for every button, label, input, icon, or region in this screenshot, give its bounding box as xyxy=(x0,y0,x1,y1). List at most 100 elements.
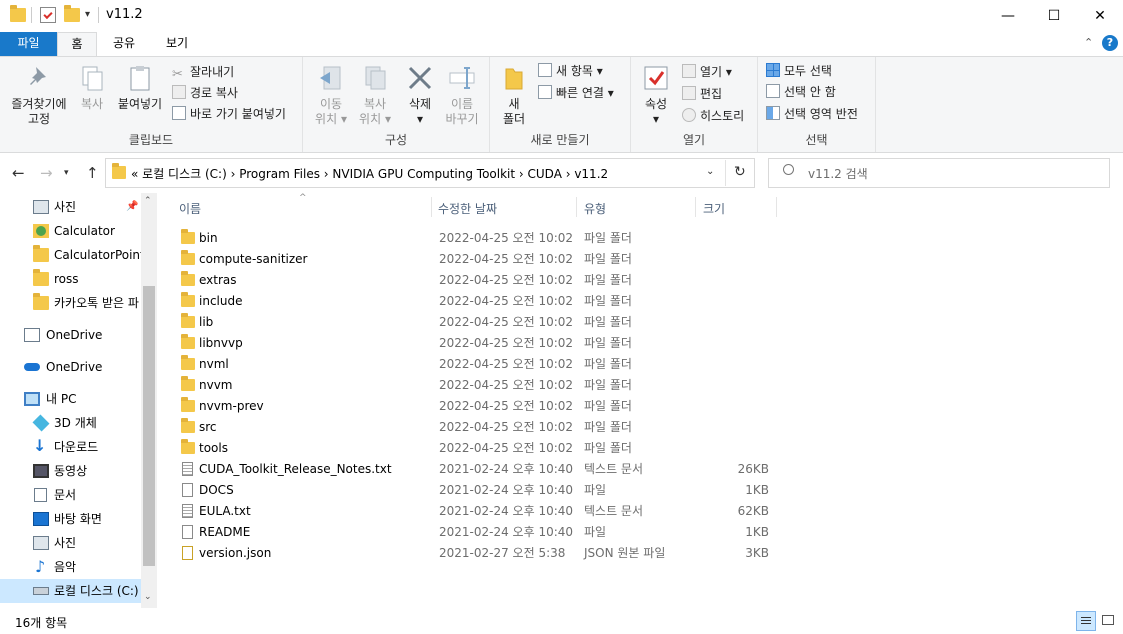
nav-item-3d-objects[interactable]: 3D 개체 xyxy=(0,411,141,435)
collapse-ribbon-icon[interactable]: ⌃ xyxy=(1084,36,1093,49)
open-button[interactable]: 열기 ▾ xyxy=(682,62,732,82)
address-dropdown-icon[interactable]: ⌄ xyxy=(706,166,714,177)
move-to-button[interactable]: 이동 위치 ▾ xyxy=(309,63,353,127)
nav-item-downloads[interactable]: ↓ 다운로드 xyxy=(0,435,141,459)
column-header-modified[interactable]: 수정한 날짜 xyxy=(438,200,497,217)
copy-button[interactable]: 복사 xyxy=(74,63,110,112)
delete-button[interactable]: 삭제 ▾ xyxy=(401,63,439,127)
maximize-button[interactable]: ☐ xyxy=(1031,0,1077,32)
tab-home[interactable]: 홈 xyxy=(57,32,97,57)
tab-file[interactable]: 파일 xyxy=(0,32,57,56)
column-header-type[interactable]: 유형 xyxy=(584,200,606,217)
help-icon[interactable]: ? xyxy=(1102,35,1118,51)
file-row[interactable]: version.json 2021-02-27 오전 5:38 JSON 원본 파일… xyxy=(177,543,937,564)
paste-shortcut-button[interactable]: 바로 가기 붙여넣기 xyxy=(172,104,286,124)
column-divider[interactable] xyxy=(695,197,696,217)
properties-button[interactable]: 속성 ▾ xyxy=(637,63,675,127)
file-row[interactable]: nvvm-prev 2022-04-25 오전 10:02 파일 폴더 xyxy=(177,396,937,417)
file-row[interactable]: lib 2022-04-25 오전 10:02 파일 폴더 xyxy=(177,312,937,333)
file-type: 파일 xyxy=(584,483,607,497)
select-none-icon xyxy=(766,84,780,98)
file-row[interactable]: extras 2022-04-25 오전 10:02 파일 폴더 xyxy=(177,270,937,291)
file-modified: 2022-04-25 오전 10:02 xyxy=(439,252,574,266)
file-row[interactable]: README 2021-02-24 오후 10:40 파일 1KB xyxy=(177,522,937,543)
large-icons-view-icon[interactable] xyxy=(1100,613,1116,629)
file-name: extras xyxy=(199,273,237,287)
minimize-button[interactable]: — xyxy=(985,0,1031,32)
up-icon[interactable]: ↑ xyxy=(86,164,99,182)
column-divider[interactable] xyxy=(431,197,432,217)
refresh-icon[interactable]: ↻ xyxy=(734,164,746,180)
close-button[interactable]: ✕ xyxy=(1077,0,1123,32)
rename-button[interactable]: 이름 바꾸기 xyxy=(441,63,483,127)
nav-item-ross[interactable]: ross xyxy=(0,267,141,291)
file-row[interactable]: compute-sanitizer 2022-04-25 오전 10:02 파일 폴… xyxy=(177,249,937,270)
nav-item-music[interactable]: ♪ 음악 xyxy=(0,555,141,579)
file-row[interactable]: nvml 2022-04-25 오전 10:02 파일 폴더 xyxy=(177,354,937,375)
tab-share[interactable]: 공유 xyxy=(102,32,146,56)
pin-icon: 📌 xyxy=(126,201,139,212)
select-none-button[interactable]: 선택 안 함 xyxy=(766,82,836,102)
nav-scrollbar-thumb[interactable] xyxy=(143,286,155,566)
nav-item-desktop[interactable]: 바탕 화면 xyxy=(0,507,141,531)
nav-item-kakaotalk[interactable]: 카카오톡 받은 파 xyxy=(0,291,141,315)
nav-item-documents[interactable]: 문서 xyxy=(0,483,141,507)
copy-path-button[interactable]: 경로 복사 xyxy=(172,83,238,103)
nav-item-label: Calculator xyxy=(54,224,115,238)
folder-icon xyxy=(33,269,49,286)
column-header-size[interactable]: 크기 xyxy=(703,200,725,217)
nav-item-onedrive-2[interactable]: OneDrive xyxy=(0,355,141,379)
scroll-up-icon[interactable]: ⌃ xyxy=(144,196,152,206)
nav-item-pictures-quick[interactable]: 사진 📌 xyxy=(0,195,141,219)
search-input[interactable]: v11.2 검색 xyxy=(808,165,868,182)
file-row[interactable]: include 2022-04-25 오전 10:02 파일 폴더 xyxy=(177,291,937,312)
pin-to-quick-access-button[interactable]: 즐겨찾기에 고정 xyxy=(4,63,74,127)
file-row[interactable]: src 2022-04-25 오전 10:02 파일 폴더 xyxy=(177,417,937,438)
copy-path-icon xyxy=(172,85,186,99)
scroll-down-icon[interactable]: ⌄ xyxy=(144,592,152,602)
new-folder-quick-icon[interactable] xyxy=(64,5,80,22)
breadcrumb[interactable]: « 로컬 디스크 (C:) › Program Files › NVIDIA G… xyxy=(131,165,608,182)
nav-item-calculatorpointe[interactable]: CalculatorPointe xyxy=(0,243,141,267)
title-bar: ▾ v11.2 — ☐ ✕ xyxy=(0,0,1123,32)
file-row[interactable]: EULA.txt 2021-02-24 오후 10:40 텍스트 문서 62KB xyxy=(177,501,937,522)
column-header-name[interactable]: 이름 xyxy=(179,200,201,217)
nav-item-calculator[interactable]: Calculator xyxy=(0,219,141,243)
select-all-button[interactable]: 모두 선택 xyxy=(766,61,832,81)
nav-item-label: 3D 개체 xyxy=(54,416,97,430)
properties-dropdown-icon[interactable]: ▾ xyxy=(637,112,675,127)
tab-view[interactable]: 보기 xyxy=(155,32,199,56)
customize-quick-access-icon[interactable]: ▾ xyxy=(85,9,90,20)
file-row[interactable]: nvvm 2022-04-25 오전 10:02 파일 폴더 xyxy=(177,375,937,396)
file-row[interactable]: bin 2022-04-25 오전 10:02 파일 폴더 xyxy=(177,228,937,249)
nav-item-this-pc[interactable]: 내 PC xyxy=(0,387,141,411)
cut-button[interactable]: ✂ 잘라내기 xyxy=(172,62,234,82)
ribbon: 즐겨찾기에 고정 복사 붙여넣기 ✂ 잘라내기 경로 복사 바로 가기 붙여넣기 … xyxy=(0,56,1123,153)
invert-selection-button[interactable]: 선택 영역 반전 xyxy=(766,104,858,124)
recent-locations-icon[interactable]: ▾ xyxy=(64,168,69,178)
nav-item-onedrive-1[interactable]: OneDrive xyxy=(0,323,141,347)
nav-item-local-disk[interactable]: 로컬 디스크 (C:) xyxy=(0,579,141,603)
edit-button[interactable]: 편집 xyxy=(682,84,722,104)
back-icon[interactable]: ← xyxy=(12,164,25,182)
properties-quick-icon[interactable] xyxy=(40,7,56,23)
file-row[interactable]: DOCS 2021-02-24 오후 10:40 파일 1KB xyxy=(177,480,937,501)
file-row[interactable]: tools 2022-04-25 오전 10:02 파일 폴더 xyxy=(177,438,937,459)
column-divider[interactable] xyxy=(776,197,777,217)
history-button[interactable]: 히스토리 xyxy=(682,106,744,126)
copy-to-button[interactable]: 복사 위치 ▾ xyxy=(353,63,397,127)
new-folder-button[interactable]: 새 폴더 xyxy=(496,63,532,127)
easy-access-button[interactable]: 빠른 연결 ▾ xyxy=(538,83,614,103)
details-view-icon[interactable] xyxy=(1076,611,1096,631)
new-item-button[interactable]: 새 항목 ▾ xyxy=(538,61,603,81)
delete-dropdown-icon[interactable]: ▾ xyxy=(401,112,439,127)
forward-icon[interactable]: → xyxy=(40,164,53,182)
column-divider[interactable] xyxy=(576,197,577,217)
nav-item-pictures[interactable]: 사진 xyxy=(0,531,141,555)
scissors-icon: ✂ xyxy=(172,67,183,82)
file-row[interactable]: libnvvp 2022-04-25 오전 10:02 파일 폴더 xyxy=(177,333,937,354)
nav-item-videos[interactable]: 동영상 xyxy=(0,459,141,483)
search-icon xyxy=(783,164,794,175)
paste-button[interactable]: 붙여넣기 xyxy=(114,63,166,112)
file-row[interactable]: CUDA_Toolkit_Release_Notes.txt 2021-02-24… xyxy=(177,459,937,480)
